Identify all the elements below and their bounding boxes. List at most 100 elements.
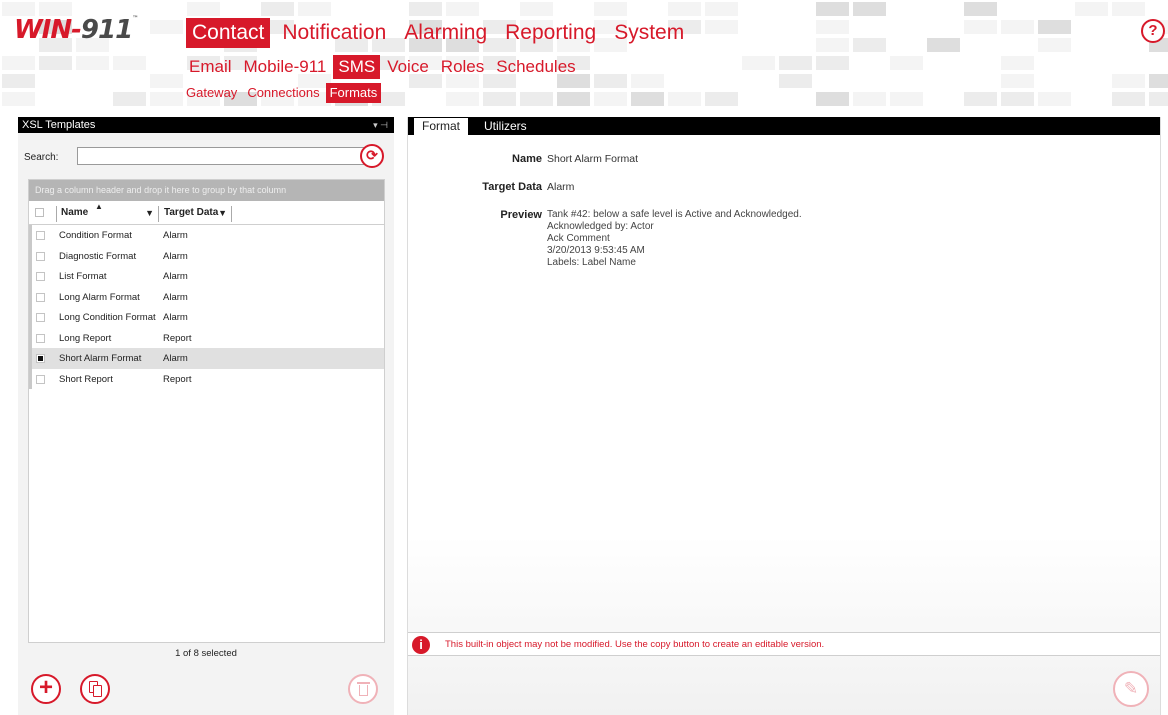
readonly-warning-bar: i This built-in object may not be modifi… [408,632,1160,656]
preview-line: Labels: Label Name [547,257,636,268]
panel-title: XSL Templates [22,119,96,131]
nav-tab-notification[interactable]: Notification [276,18,392,48]
background-tile [816,20,849,34]
preview-text: Tank #42: below a safe level is Active a… [547,209,802,269]
background-tile [853,2,886,16]
background-tile [964,92,997,106]
table-row[interactable]: Short Report Report [29,368,384,389]
secondary-nav: Email Mobile-911 SMS Voice Roles Schedules [184,55,583,79]
background-tile [1001,74,1034,88]
cell-target-data: Alarm [163,250,188,262]
pin-icon[interactable]: ▾ ⊣ [373,117,388,133]
search-input[interactable] [77,147,371,165]
copy-button[interactable] [80,674,110,704]
cell-name: Condition Format [59,230,132,241]
background-tile [1038,38,1071,52]
tertiary-nav: Gateway Connections Formats [182,83,383,103]
cell-target-data: Alarm [163,230,188,241]
table-row[interactable]: Long Alarm Format Alarm [29,286,384,307]
nav-tab-reporting[interactable]: Reporting [499,18,602,48]
background-tile [705,20,738,34]
nav-tab-contact[interactable]: Contact [186,18,271,48]
app-header: WIN-911™ Contact Notification Alarming Repo… [0,0,1168,108]
refresh-icon[interactable]: ⟳ [360,144,384,168]
subsubnav-tab-gateway[interactable]: Gateway [182,83,241,103]
background-tile [261,2,294,16]
edit-button[interactable]: ✎ [1113,671,1149,707]
selection-count: 1 of 8 selected [175,648,237,659]
background-tile [2,2,35,16]
cell-target-data: Alarm [163,353,188,364]
table-row[interactable]: List Format Alarm [29,266,384,287]
row-checkbox[interactable] [36,333,45,343]
group-by-hint[interactable]: Drag a column header and drop it here to… [29,180,384,201]
column-header-target-data[interactable]: Target Data ▼ [160,206,232,222]
detail-tabs: Format Utilizers [408,117,1160,135]
tab-utilizers[interactable]: Utilizers [476,118,535,135]
row-checkbox[interactable] [36,272,45,281]
table-row[interactable]: Diagnostic Format Alarm [29,245,384,266]
sort-ascending-icon: ▲ [95,202,103,211]
background-tile [890,56,923,70]
subnav-tab-email[interactable]: Email [184,55,237,79]
table-row[interactable]: Long Condition Format Alarm [29,307,384,328]
cell-target-data: Alarm [163,312,188,323]
cell-name: Short Alarm Format [59,353,142,364]
subsubnav-tab-connections[interactable]: Connections [243,83,323,103]
row-checkbox[interactable] [36,292,45,302]
preview-line: 3/20/2013 9:53:45 AM [547,245,645,256]
name-label: Name [512,153,542,165]
row-checkbox[interactable] [36,251,45,261]
tab-format[interactable]: Format [414,118,469,135]
subnav-tab-roles[interactable]: Roles [436,55,489,79]
background-tile [705,92,738,106]
cell-name: List Format [59,271,107,282]
background-tile [150,92,183,106]
background-tile [816,2,849,16]
table-row[interactable]: Short Alarm Format Alarm [29,348,384,369]
name-value: Short Alarm Format [547,153,639,165]
subnav-tab-voice[interactable]: Voice [382,55,434,79]
select-all-checkbox[interactable] [35,208,44,217]
background-tile [779,74,812,88]
background-tile [483,92,516,106]
background-tile [742,56,775,70]
background-tile [76,56,109,70]
background-tile [668,2,701,16]
delete-button[interactable] [348,674,378,704]
row-checkbox[interactable] [36,313,45,322]
background-tile [1075,2,1108,16]
subnav-tab-schedules[interactable]: Schedules [491,55,580,79]
background-tile [594,92,627,106]
grid-header: Name ▲ ▼ Target Data ▼ [29,201,384,225]
add-button[interactable]: + [31,674,61,704]
background-tile [816,92,849,106]
subnav-tab-sms[interactable]: SMS [333,55,381,79]
cell-name: Long Condition Format [59,312,156,323]
cell-name: Diagnostic Format [59,250,137,262]
nav-tab-system[interactable]: System [608,18,690,48]
background-tile [816,56,849,70]
background-tile [1112,92,1145,106]
row-checkbox[interactable] [36,374,45,384]
filter-icon[interactable]: ▼ [145,206,154,220]
background-tile [1112,2,1145,16]
table-row[interactable]: Condition Format Alarm [29,225,384,246]
format-detail-panel: Format Utilizers Name Short Alarm Format… [407,117,1161,715]
row-checkbox[interactable] [36,231,45,240]
table-row[interactable]: Long Report Report [29,327,384,348]
help-icon[interactable]: ? [1141,19,1165,43]
nav-tab-alarming[interactable]: Alarming [398,18,493,48]
row-checkbox[interactable] [36,354,45,363]
column-header-name[interactable]: Name ▲ ▼ [56,202,159,222]
background-tile [890,92,923,106]
subsubnav-tab-formats[interactable]: Formats [325,83,382,103]
header-background-tiles [0,0,1168,108]
filter-icon[interactable]: ▼ [218,206,227,220]
background-tile [298,2,331,16]
preview-line: Tank #42: below a safe level is Active a… [547,209,802,220]
background-tile [409,2,442,16]
background-tile [779,56,812,70]
subnav-tab-mobile-911[interactable]: Mobile-911 [239,55,332,79]
background-tile [1149,92,1168,106]
